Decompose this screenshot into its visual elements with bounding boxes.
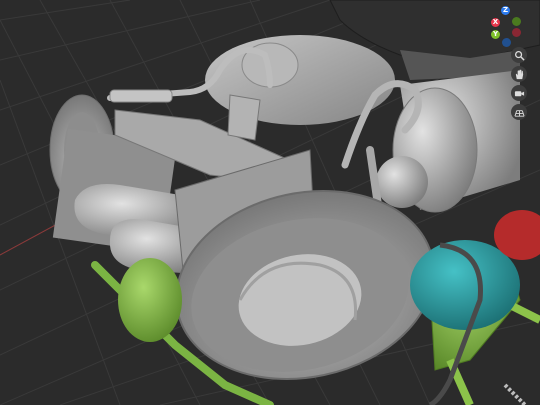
grid-icon [513,109,525,117]
perspective-button[interactable] [511,104,527,120]
y-axis-handle[interactable]: Y [491,30,500,39]
neg-z-axis-handle[interactable] [502,38,511,47]
hand-icon [515,69,523,79]
axis-gizmo[interactable]: Z X Y [486,4,526,47]
viewport-scene [0,0,540,405]
camera-button[interactable] [511,85,527,101]
navigation-toolbar [511,47,529,123]
neg-x-axis-handle[interactable] [512,28,521,37]
camera-icon [514,90,524,96]
z-axis-handle[interactable]: Z [501,6,510,15]
neg-y-axis-handle[interactable] [512,17,521,26]
3d-viewport[interactable]: Z X Y [0,0,540,405]
zoom-button[interactable] [511,47,527,63]
pan-button[interactable] [511,66,527,82]
x-axis-handle[interactable]: X [491,18,500,27]
zoom-icon [514,50,525,61]
